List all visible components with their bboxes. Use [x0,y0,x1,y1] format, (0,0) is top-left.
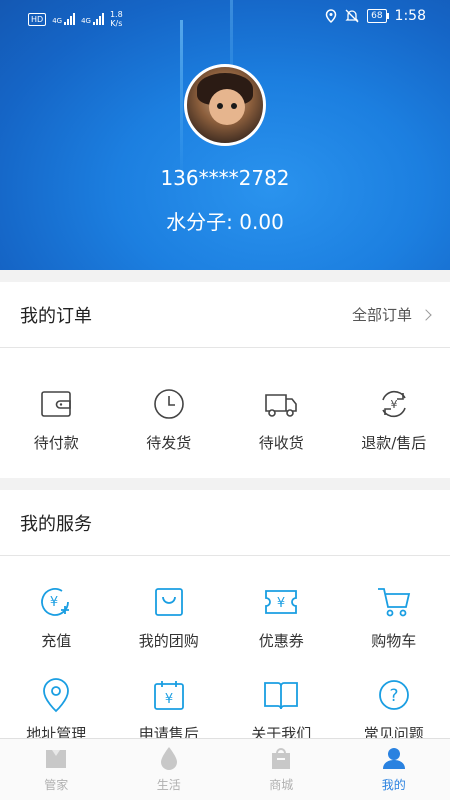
shopping-bag-icon [151,584,187,620]
orders-header: 我的订单 全部订单 [0,282,450,348]
order-status-label: 待付款 [33,434,79,452]
network-label: 4G [81,17,91,25]
orders-title: 我的订单 [20,305,92,327]
svg-text:¥: ¥ [390,398,397,411]
signal-icon: 4G [52,13,76,25]
book-icon [263,677,299,713]
services-header: 我的服务 [0,490,450,556]
service-coupon[interactable]: ¥ 优惠券 [225,584,338,651]
water-points: 水分子: 0.00 [166,210,284,234]
service-label: 优惠券 [258,632,304,650]
svg-text:¥: ¥ [165,692,173,707]
tab-label: 商城 [269,778,294,792]
mute-bell-icon [345,9,359,23]
order-pending-payment[interactable]: 待付款 [0,386,113,453]
all-orders-label: 全部订单 [351,306,412,324]
services-row-2: 地址管理 ¥ 申请售后 关于我们 ? 常见问题 [0,651,450,744]
recharge-icon: ¥ [38,584,74,620]
wallet-icon [38,386,74,422]
cart-icon [376,584,412,620]
svg-text:?: ? [389,686,398,706]
status-right: 68 1:58 [325,8,426,24]
service-address[interactable]: 地址管理 [0,677,113,744]
chevron-right-icon [420,308,432,321]
service-group-buy[interactable]: 我的团购 [113,584,226,651]
question-icon: ? [376,677,412,713]
clock-icon [151,386,187,422]
tab-mall[interactable]: 商城 [225,739,338,800]
speed-value: 1.8 [109,10,123,19]
order-status-grid: 待付款 待发货 待收货 ¥ 退款/售后 [0,348,450,453]
order-status-label: 退款/售后 [361,434,427,452]
order-status-label: 待发货 [146,434,192,452]
network-label: 4G [52,17,63,25]
refund-icon: ¥ [376,386,412,422]
hd-badge: HD [28,12,47,26]
all-orders-link[interactable]: 全部订单 [351,304,432,325]
network-speed: 1.8 K/s [110,10,123,28]
service-label: 购物车 [371,632,417,650]
status-bar: HD 4G 4G 1.8 K/s 68 1:58 [0,0,450,36]
tab-mine[interactable]: 我的 [338,739,450,800]
speed-unit: K/s [110,19,123,28]
water-drop-icon [159,746,179,774]
butler-icon [43,746,69,774]
after-sale-icon: ¥ [151,677,187,713]
svg-text:¥: ¥ [277,596,285,611]
order-status-label: 待收货 [258,434,304,452]
service-about[interactable]: 关于我们 [225,677,338,744]
service-cart[interactable]: 购物车 [338,584,450,651]
avatar[interactable] [184,64,266,146]
shop-bag-icon [269,746,293,774]
service-label: 充值 [41,632,72,650]
status-left: HD 4G 4G 1.8 K/s [28,10,123,28]
clock-time: 1:58 [394,8,426,24]
order-pending-receipt[interactable]: 待收货 [225,386,338,453]
tab-label: 我的 [381,778,406,792]
tab-label: 生活 [156,778,181,792]
tab-life[interactable]: 生活 [113,739,226,800]
signal-icon: 4G [81,13,104,25]
order-refund[interactable]: ¥ 退款/售后 [338,386,450,453]
location-status-icon [325,9,337,23]
services-title: 我的服务 [20,513,92,535]
service-recharge[interactable]: ¥ 充值 [0,584,113,651]
order-pending-shipment[interactable]: 待发货 [113,386,226,453]
coupon-icon: ¥ [263,584,299,620]
svg-text:¥: ¥ [50,595,58,610]
service-after-sale[interactable]: ¥ 申请售后 [113,677,226,744]
orders-card: 我的订单 全部订单 待付款 待发货 待收货 ¥ 退款/售后 [0,282,450,478]
battery-icon: 68 [367,9,390,23]
service-faq[interactable]: ? 常见问题 [338,677,450,744]
header-decoration [180,20,183,180]
profile-icon [382,746,406,774]
services-row-1: ¥ 充值 我的团购 ¥ 优惠券 购物车 [0,556,450,651]
tab-butler[interactable]: 管家 [0,739,113,800]
bottom-tab-bar: 管家 生活 商城 我的 [0,738,450,800]
profile-header: HD 4G 4G 1.8 K/s 68 1:58 136****2782 水分子… [0,0,450,270]
truck-icon [263,386,299,422]
user-phone: 136****2782 [160,166,290,190]
tab-label: 管家 [44,778,69,792]
location-icon [38,677,74,713]
service-label: 我的团购 [138,632,199,650]
